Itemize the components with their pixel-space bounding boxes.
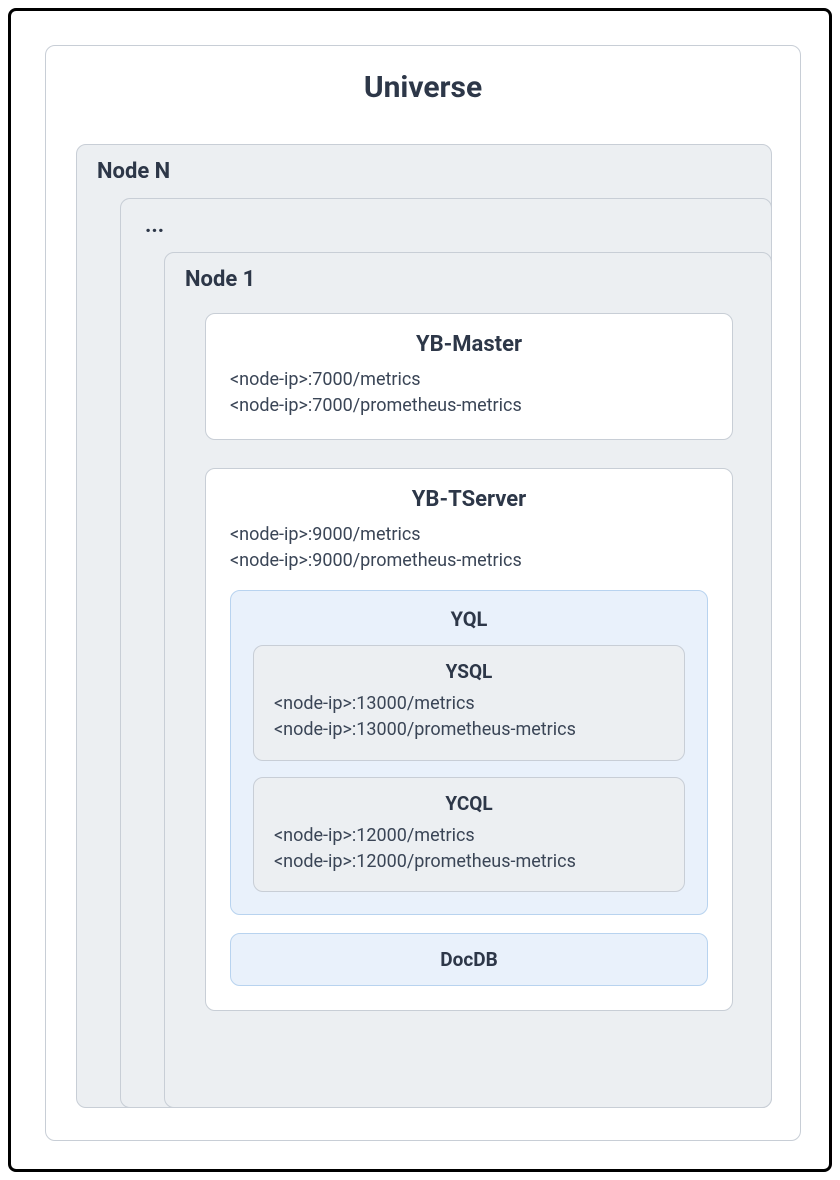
universe-title: Universe bbox=[46, 70, 800, 105]
yb-tserver-box: YB-TServer <node-ip>:9000/metrics <node-… bbox=[205, 468, 733, 1011]
ycql-endpoint-2: <node-ip>:12000/prometheus-metrics bbox=[274, 849, 664, 875]
node-1-inner: YB-Master <node-ip>:7000/metrics <node-i… bbox=[205, 313, 733, 1011]
ycql-title: YCQL bbox=[274, 792, 664, 815]
yb-tserver-endpoint-2: <node-ip>:9000/prometheus-metrics bbox=[230, 548, 708, 574]
outer-frame: Universe Node N ... Node 1 YB-Master <no… bbox=[8, 8, 832, 1172]
yb-master-endpoint-1: <node-ip>:7000/metrics bbox=[230, 367, 708, 393]
node-1-label: Node 1 bbox=[165, 253, 771, 306]
docdb-title: DocDB bbox=[251, 948, 687, 971]
ysql-box: YSQL <node-ip>:13000/metrics <node-ip>:1… bbox=[253, 645, 685, 760]
yb-master-endpoint-2: <node-ip>:7000/prometheus-metrics bbox=[230, 393, 708, 419]
yb-tserver-endpoint-1: <node-ip>:9000/metrics bbox=[230, 522, 708, 548]
ysql-title: YSQL bbox=[274, 660, 664, 683]
yb-master-title: YB-Master bbox=[230, 332, 708, 357]
yb-master-box: YB-Master <node-ip>:7000/metrics <node-i… bbox=[205, 313, 733, 440]
node-1-card: Node 1 YB-Master <node-ip>:7000/metrics … bbox=[164, 252, 772, 1108]
ycql-endpoint-1: <node-ip>:12000/metrics bbox=[274, 823, 664, 849]
node-ellipsis-label: ... bbox=[121, 199, 771, 252]
node-n-label: Node N bbox=[77, 145, 771, 198]
ysql-endpoint-1: <node-ip>:13000/metrics bbox=[274, 691, 664, 717]
docdb-box: DocDB bbox=[230, 933, 708, 986]
universe-container: Universe Node N ... Node 1 YB-Master <no… bbox=[45, 45, 801, 1141]
ycql-box: YCQL <node-ip>:12000/metrics <node-ip>:1… bbox=[253, 777, 685, 892]
ysql-endpoint-2: <node-ip>:13000/prometheus-metrics bbox=[274, 717, 664, 743]
node-stack: Node N ... Node 1 YB-Master <node-ip>:70… bbox=[76, 144, 772, 1108]
yql-title: YQL bbox=[253, 607, 685, 631]
yb-tserver-title: YB-TServer bbox=[230, 487, 708, 512]
yql-box: YQL YSQL <node-ip>:13000/metrics <node-i… bbox=[230, 590, 708, 914]
